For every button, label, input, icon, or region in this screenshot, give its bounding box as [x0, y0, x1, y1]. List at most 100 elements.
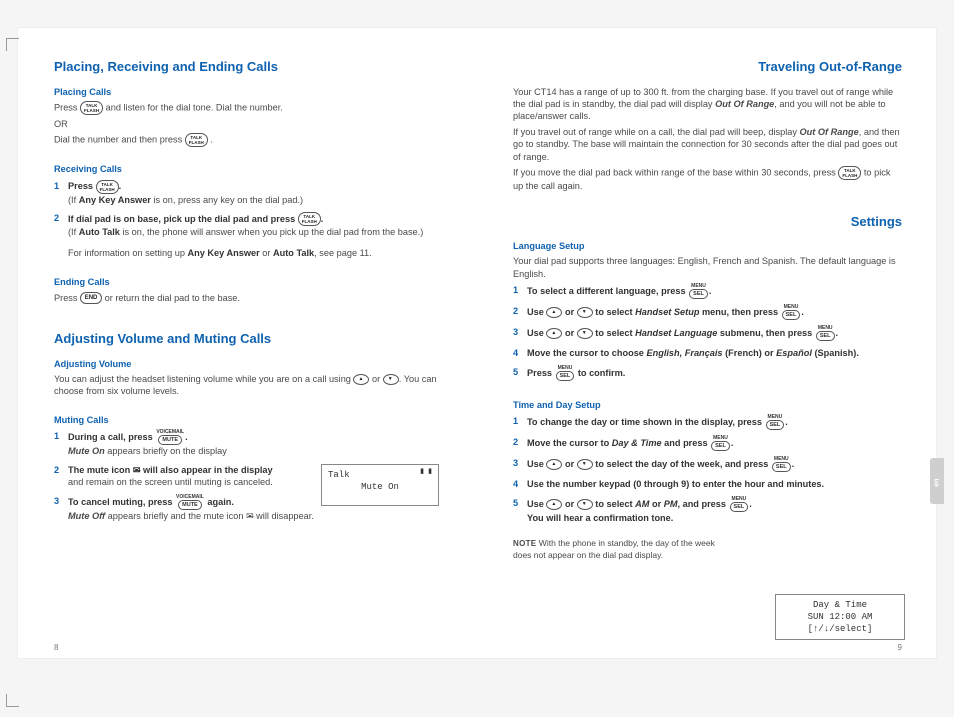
step-number: 5	[513, 497, 527, 524]
step-number: 3	[513, 326, 527, 341]
mute-status-icon: ✉̶	[246, 511, 254, 521]
step-number: 2	[54, 212, 68, 262]
text: and remain on the screen until muting is…	[68, 477, 273, 487]
menu-sel-button-icon: MENUSEL	[782, 305, 801, 320]
end-button-icon: END	[80, 292, 102, 304]
subhead-receiving: Receiving Calls	[54, 163, 443, 175]
voicemail-mute-button-icon: VOICEMAILMUTE	[156, 430, 184, 445]
down-arrow-button-icon	[577, 459, 593, 470]
menu-sel-button-icon: MENUSEL	[816, 326, 835, 341]
step-number: 1	[54, 430, 68, 457]
step-lang-4: 4Move the cursor to choose English, Fran…	[513, 347, 902, 359]
menu-sel-button-icon: MENUSEL	[556, 366, 575, 381]
lcd-line: Day & Time	[782, 599, 898, 611]
step-lang-1: 1To select a different language, press M…	[513, 284, 902, 299]
step-number: 2	[513, 305, 527, 320]
crop-mark	[6, 694, 19, 707]
text: To cancel muting, press VOICEMAILMUTE ag…	[68, 497, 234, 507]
step-number: 1	[513, 415, 527, 430]
up-arrow-button-icon	[546, 459, 562, 470]
down-arrow-button-icon	[577, 328, 593, 339]
step-number: 3	[513, 457, 527, 472]
step-time-5: 5Use or to select AM or PM, and press ME…	[513, 497, 902, 524]
text: or return the dial pad to the base.	[105, 293, 240, 303]
note-text: NOTE With the phone in standby, the day …	[513, 538, 733, 561]
text: and listen for the dial tone. Dial the n…	[106, 102, 283, 112]
up-arrow-button-icon	[353, 374, 369, 385]
menu-sel-button-icon: MENUSEL	[689, 284, 708, 299]
step-lang-2: 2Use or to select Handset Setup menu, th…	[513, 305, 902, 320]
text: (If Any Key Answer is on, press any key …	[68, 195, 303, 205]
step-recv-1: 1 Press TALKFLASH. (If Any Key Answer is…	[54, 180, 443, 206]
text: Press TALKFLASH.	[68, 181, 121, 191]
step-number: 4	[513, 347, 527, 359]
up-arrow-button-icon	[546, 328, 562, 339]
travel-p3: If you move the dial pad back within ran…	[513, 166, 902, 192]
ending-line: Press END or return the dial pad to the …	[54, 292, 443, 305]
menu-sel-button-icon: MENUSEL	[711, 436, 730, 451]
travel-p1: Your CT14 has a range of up to 300 ft. f…	[513, 86, 902, 123]
talk-flash-button-icon: TALKFLASH	[298, 212, 321, 226]
text: .	[210, 135, 213, 145]
subhead-time: Time and Day Setup	[513, 399, 902, 411]
step-number: 2	[513, 436, 527, 451]
up-arrow-button-icon	[546, 499, 562, 510]
step-lang-5: 5Press MENUSEL to confirm.	[513, 366, 902, 381]
lcd-line: Talk	[328, 470, 350, 480]
step-recv-2: 2 If dial pad is on base, pick up the di…	[54, 212, 443, 262]
travel-p2: If you travel out of range while on a ca…	[513, 126, 902, 163]
menu-sel-button-icon: MENUSEL	[772, 457, 791, 472]
talk-flash-button-icon: TALKFLASH	[185, 133, 208, 147]
menu-sel-button-icon: MENUSEL	[730, 497, 749, 512]
up-arrow-button-icon	[546, 307, 562, 318]
talk-flash-button-icon: TALKFLASH	[838, 166, 861, 180]
text: Press	[54, 293, 80, 303]
adj-text: You can adjust the headset listening vol…	[54, 373, 443, 398]
heading-traveling: Traveling Out-of-Range	[513, 58, 902, 76]
page-number: 8	[54, 643, 58, 654]
heading-adjusting: Adjusting Volume and Muting Calls	[54, 330, 443, 348]
text: Mute On appears briefly on the display	[68, 446, 227, 456]
text: Press	[54, 102, 80, 112]
heading-settings: Settings	[513, 213, 902, 231]
lcd-line: SUN 12:00 AM	[782, 611, 898, 623]
step-time-2: 2Move the cursor to Day & Time and press…	[513, 436, 902, 451]
subhead-muting: Muting Calls	[54, 414, 443, 426]
voicemail-mute-button-icon: VOICEMAILMUTE	[176, 495, 204, 510]
language-tab: en	[930, 458, 944, 504]
text: Mute Off appears briefly and the mute ic…	[68, 511, 314, 521]
step-number: 5	[513, 366, 527, 381]
step-number: 1	[54, 180, 68, 206]
text: Dial the number and then press	[54, 135, 185, 145]
step-number: 1	[513, 284, 527, 299]
talk-flash-button-icon: TALKFLASH	[80, 101, 103, 115]
page-right: Traveling Out-of-Range Your CT14 has a r…	[477, 28, 936, 658]
step-mute-1: 1 During a call, press VOICEMAILMUTE. Mu…	[54, 430, 443, 457]
talk-flash-button-icon: TALKFLASH	[96, 180, 119, 194]
step-number: 4	[513, 478, 527, 490]
down-arrow-button-icon	[383, 374, 399, 385]
lcd-display-mute: Talk ▮ ▮ Mute On	[321, 464, 439, 506]
subhead-ending: Ending Calls	[54, 276, 443, 288]
page-number: 9	[898, 643, 902, 654]
text: During a call, press VOICEMAILMUTE.	[68, 432, 188, 442]
text: You can adjust the headset listening vol…	[54, 374, 353, 384]
lcd-line: Mute On	[328, 481, 432, 493]
text: The mute icon ✉̶ will also appear in the…	[68, 465, 273, 475]
step-time-1: 1To change the day or time shown in the …	[513, 415, 902, 430]
page-left: Placing, Receiving and Ending Calls Plac…	[18, 28, 477, 658]
text: (If Auto Talk is on, the phone will answ…	[68, 227, 423, 237]
page-spread: Placing, Receiving and Ending Calls Plac…	[18, 28, 936, 658]
text: If dial pad is on base, pick up the dial…	[68, 214, 323, 224]
placing-line1: Press TALKFLASH and listen for the dial …	[54, 101, 443, 115]
heading-placing: Placing, Receiving and Ending Calls	[54, 58, 443, 76]
step-time-4: 4Use the number keypad (0 through 9) to …	[513, 478, 902, 490]
down-arrow-button-icon	[577, 499, 593, 510]
text: For information on setting up Any Key An…	[68, 247, 443, 259]
lang-intro: Your dial pad supports three languages: …	[513, 255, 902, 280]
subhead-adj-volume: Adjusting Volume	[54, 358, 443, 370]
subhead-language: Language Setup	[513, 240, 902, 252]
signal-battery-icon: ▮ ▮	[420, 468, 432, 477]
lcd-display-daytime: Day & Time SUN 12:00 AM [↑/↓/select]	[775, 594, 905, 640]
step-number: 2	[54, 464, 68, 489]
